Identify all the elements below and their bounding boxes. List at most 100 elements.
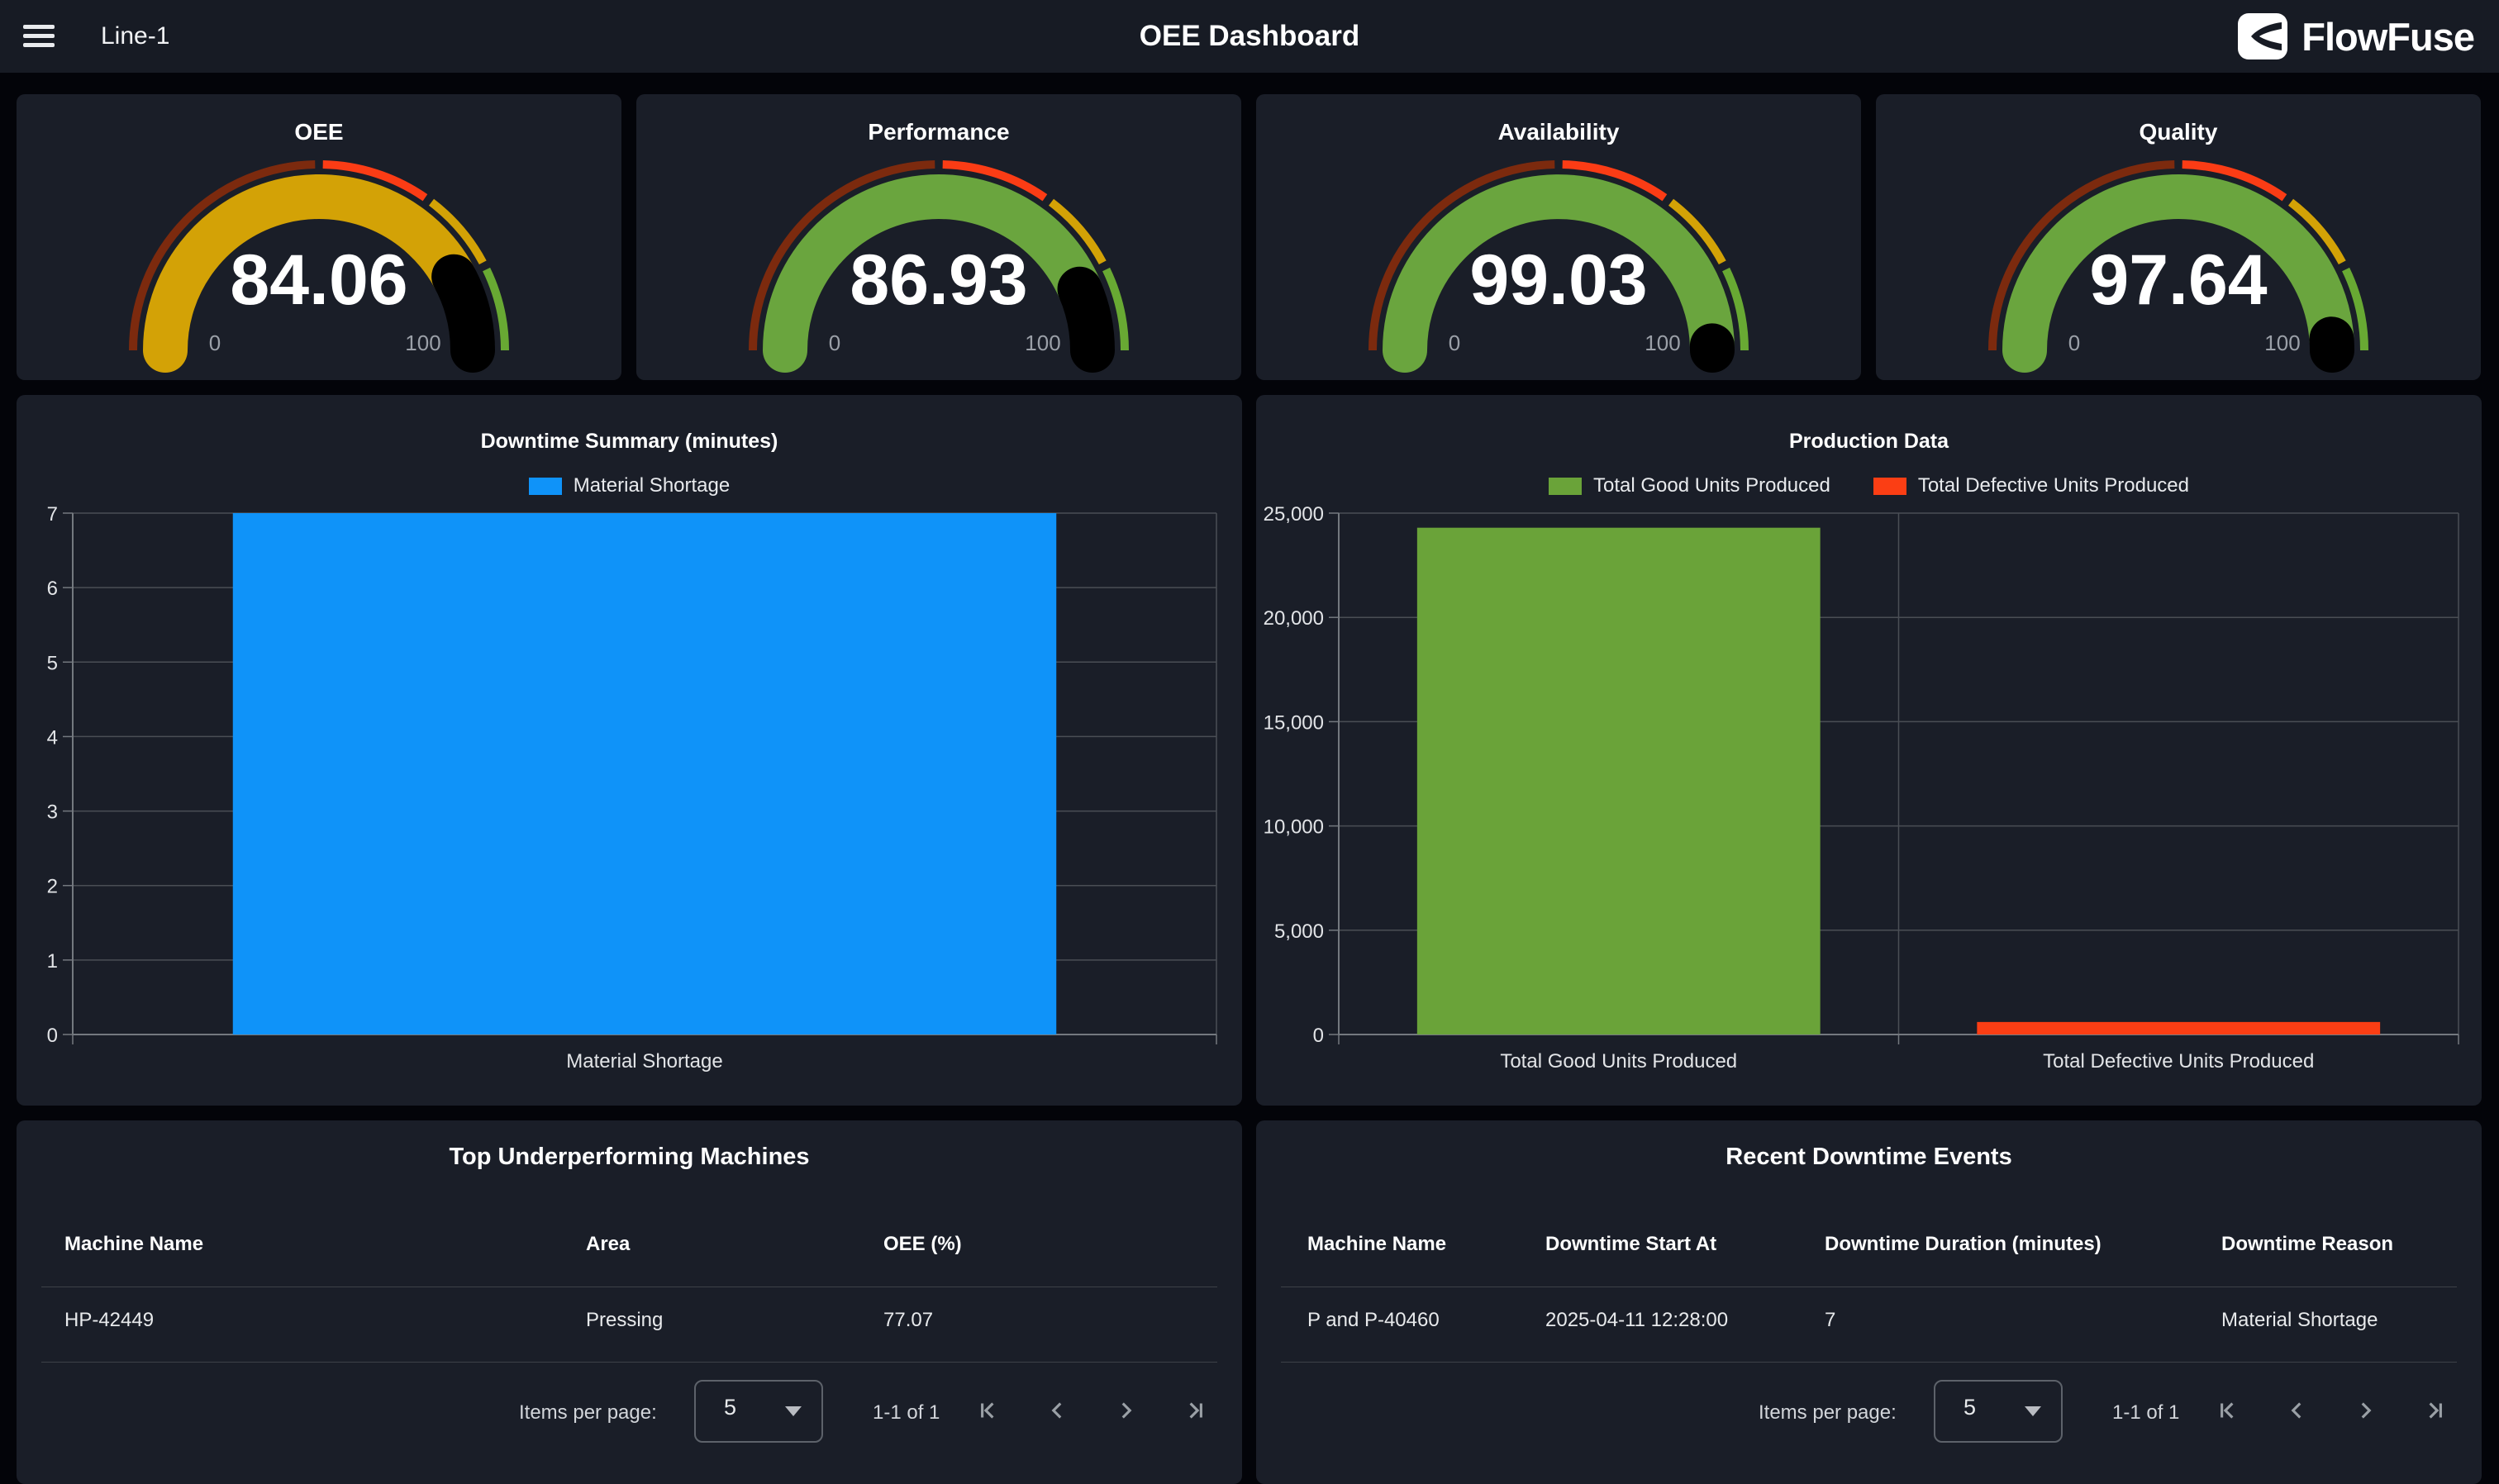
chevron-left-icon [1043, 1396, 1071, 1425]
brand-name: FlowFuse [2301, 14, 2474, 59]
svg-text:5: 5 [47, 652, 58, 674]
table-divider [1281, 1362, 2457, 1363]
cell-downtime-reason: Material Shortage [2221, 1309, 2378, 1332]
svg-text:3: 3 [47, 801, 58, 824]
items-per-page-select[interactable]: 5 [1934, 1380, 2063, 1443]
first-page-icon [2213, 1396, 2241, 1425]
gauge-max-label: 100 [387, 331, 459, 356]
page-range-label: 1-1 of 1 [873, 1401, 940, 1425]
items-per-page-select[interactable]: 5 [694, 1380, 823, 1443]
cell-area: Pressing [586, 1309, 663, 1332]
next-page-button[interactable] [2352, 1396, 2380, 1425]
gauge-min-label: 0 [1418, 331, 1491, 356]
svg-text:7: 7 [47, 503, 58, 526]
gauge-min-label: 0 [178, 331, 251, 356]
legend-item[interactable]: Material Shortage [529, 474, 730, 497]
production-data-card: 0 5,000 10,000 15,000 20,000 25,000 Total Good… [1256, 395, 2482, 1106]
items-per-page-label: Items per page: [1759, 1401, 1897, 1425]
first-page-button[interactable] [973, 1396, 1002, 1425]
gauge-max-label: 100 [1626, 331, 1699, 356]
cell-machine-name: P and P-40460 [1307, 1309, 1440, 1332]
column-header: Machine Name [64, 1233, 203, 1256]
previous-page-button[interactable] [2282, 1396, 2311, 1425]
column-header: Area [586, 1233, 630, 1256]
column-header: Machine Name [1307, 1233, 1446, 1256]
legend-swatch [1873, 478, 1906, 495]
table-title: Recent Downtime Events [1256, 1144, 2482, 1171]
gauge-min-label: 0 [2038, 331, 2111, 356]
gauge-max-label: 100 [2246, 331, 2319, 356]
downtime-summary-card: 01234567Material Shortage Downtime Summa… [17, 395, 1242, 1106]
first-page-button[interactable] [2213, 1396, 2241, 1425]
chart-title: Production Data [1256, 430, 2482, 454]
gauge-card-availability: Availability 99.03 0 100 [1256, 94, 1861, 380]
gauge-value: 86.93 [636, 240, 1241, 321]
gauge-value: 84.06 [17, 240, 621, 321]
gauge-value: 97.64 [1876, 240, 2481, 321]
next-page-button[interactable] [1112, 1396, 1140, 1425]
brand-logo: FlowFuse [2237, 10, 2474, 63]
underperforming-machines-card: Top Underperforming Machines Machine Nam… [17, 1120, 1242, 1484]
recent-downtime-events-card: Recent Downtime Events Machine Name Down… [1256, 1120, 2482, 1484]
svg-text:Material Shortage: Material Shortage [566, 1050, 722, 1073]
legend-swatch [529, 478, 562, 495]
gauge-title: Performance [636, 119, 1241, 145]
svg-text:5,000: 5,000 [1274, 920, 1324, 943]
legend-label: Total Good Units Produced [1593, 474, 1830, 497]
chevron-down-icon [2025, 1406, 2041, 1416]
previous-page-button[interactable] [1043, 1396, 1071, 1425]
page-title: OEE Dashboard [0, 0, 2499, 73]
svg-text:15,000: 15,000 [1264, 711, 1324, 734]
cell-downtime-duration: 7 [1825, 1309, 1835, 1332]
last-page-icon [1182, 1396, 1210, 1425]
gauge-card-quality: Quality 97.64 0 100 [1876, 94, 2481, 380]
legend-item[interactable]: Total Good Units Produced [1549, 474, 1830, 497]
column-header: OEE (%) [883, 1233, 962, 1256]
cell-oee: 77.07 [883, 1309, 933, 1332]
table-title: Top Underperforming Machines [17, 1144, 1242, 1171]
items-per-page-label: Items per page: [519, 1401, 657, 1425]
gauge-title: Availability [1256, 119, 1861, 145]
column-header: Downtime Duration (minutes) [1825, 1233, 2102, 1256]
gauge-card-performance: Performance 86.93 0 100 [636, 94, 1241, 380]
svg-text:1: 1 [47, 950, 58, 973]
gauge-max-label: 100 [1007, 331, 1079, 356]
last-page-button[interactable] [1182, 1396, 1210, 1425]
legend-label: Total Defective Units Produced [1918, 474, 2189, 497]
gauge-title: Quality [1876, 119, 2481, 145]
flowfuse-icon [2237, 10, 2290, 63]
gauge-title: OEE [17, 119, 621, 145]
chart-title: Downtime Summary (minutes) [17, 430, 1242, 454]
svg-text:0: 0 [1313, 1025, 1324, 1047]
legend-item[interactable]: Total Defective Units Produced [1873, 474, 2189, 497]
svg-text:10,000: 10,000 [1264, 816, 1324, 839]
svg-text:Total Defective Units Produced: Total Defective Units Produced [2043, 1050, 2314, 1073]
gauge-card-oee: OEE 84.06 0 100 [17, 94, 621, 380]
svg-text:0: 0 [47, 1025, 58, 1047]
svg-text:Total Good Units Produced: Total Good Units Produced [1500, 1050, 1737, 1073]
production-data-chart: 0 5,000 10,000 15,000 20,000 25,000 Total Good… [1256, 395, 2482, 1106]
app-header: Line-1 OEE Dashboard FlowFuse [0, 0, 2499, 73]
legend-swatch [1549, 478, 1582, 495]
table-divider [41, 1362, 1217, 1363]
gauge-value: 99.03 [1256, 240, 1861, 321]
legend-label: Material Shortage [574, 474, 730, 497]
page-range-label: 1-1 of 1 [2112, 1401, 2179, 1425]
chevron-left-icon [2282, 1396, 2311, 1425]
chevron-down-icon [785, 1406, 802, 1416]
svg-text:4: 4 [47, 726, 58, 749]
chart-legend: Total Good Units Produced Total Defective… [1256, 474, 2482, 497]
svg-text:2: 2 [47, 876, 58, 898]
chevron-right-icon [2352, 1396, 2380, 1425]
last-page-button[interactable] [2421, 1396, 2449, 1425]
column-header: Downtime Start At [1545, 1233, 1716, 1256]
cell-machine-name: HP-42449 [64, 1309, 154, 1332]
svg-text:20,000: 20,000 [1264, 607, 1324, 630]
cell-downtime-start: 2025-04-11 12:28:00 [1545, 1309, 1728, 1332]
column-header: Downtime Reason [2221, 1233, 2393, 1256]
svg-text:25,000: 25,000 [1264, 503, 1324, 526]
first-page-icon [973, 1396, 1002, 1425]
last-page-icon [2421, 1396, 2449, 1425]
chevron-right-icon [1112, 1396, 1140, 1425]
gauge-min-label: 0 [798, 331, 871, 356]
